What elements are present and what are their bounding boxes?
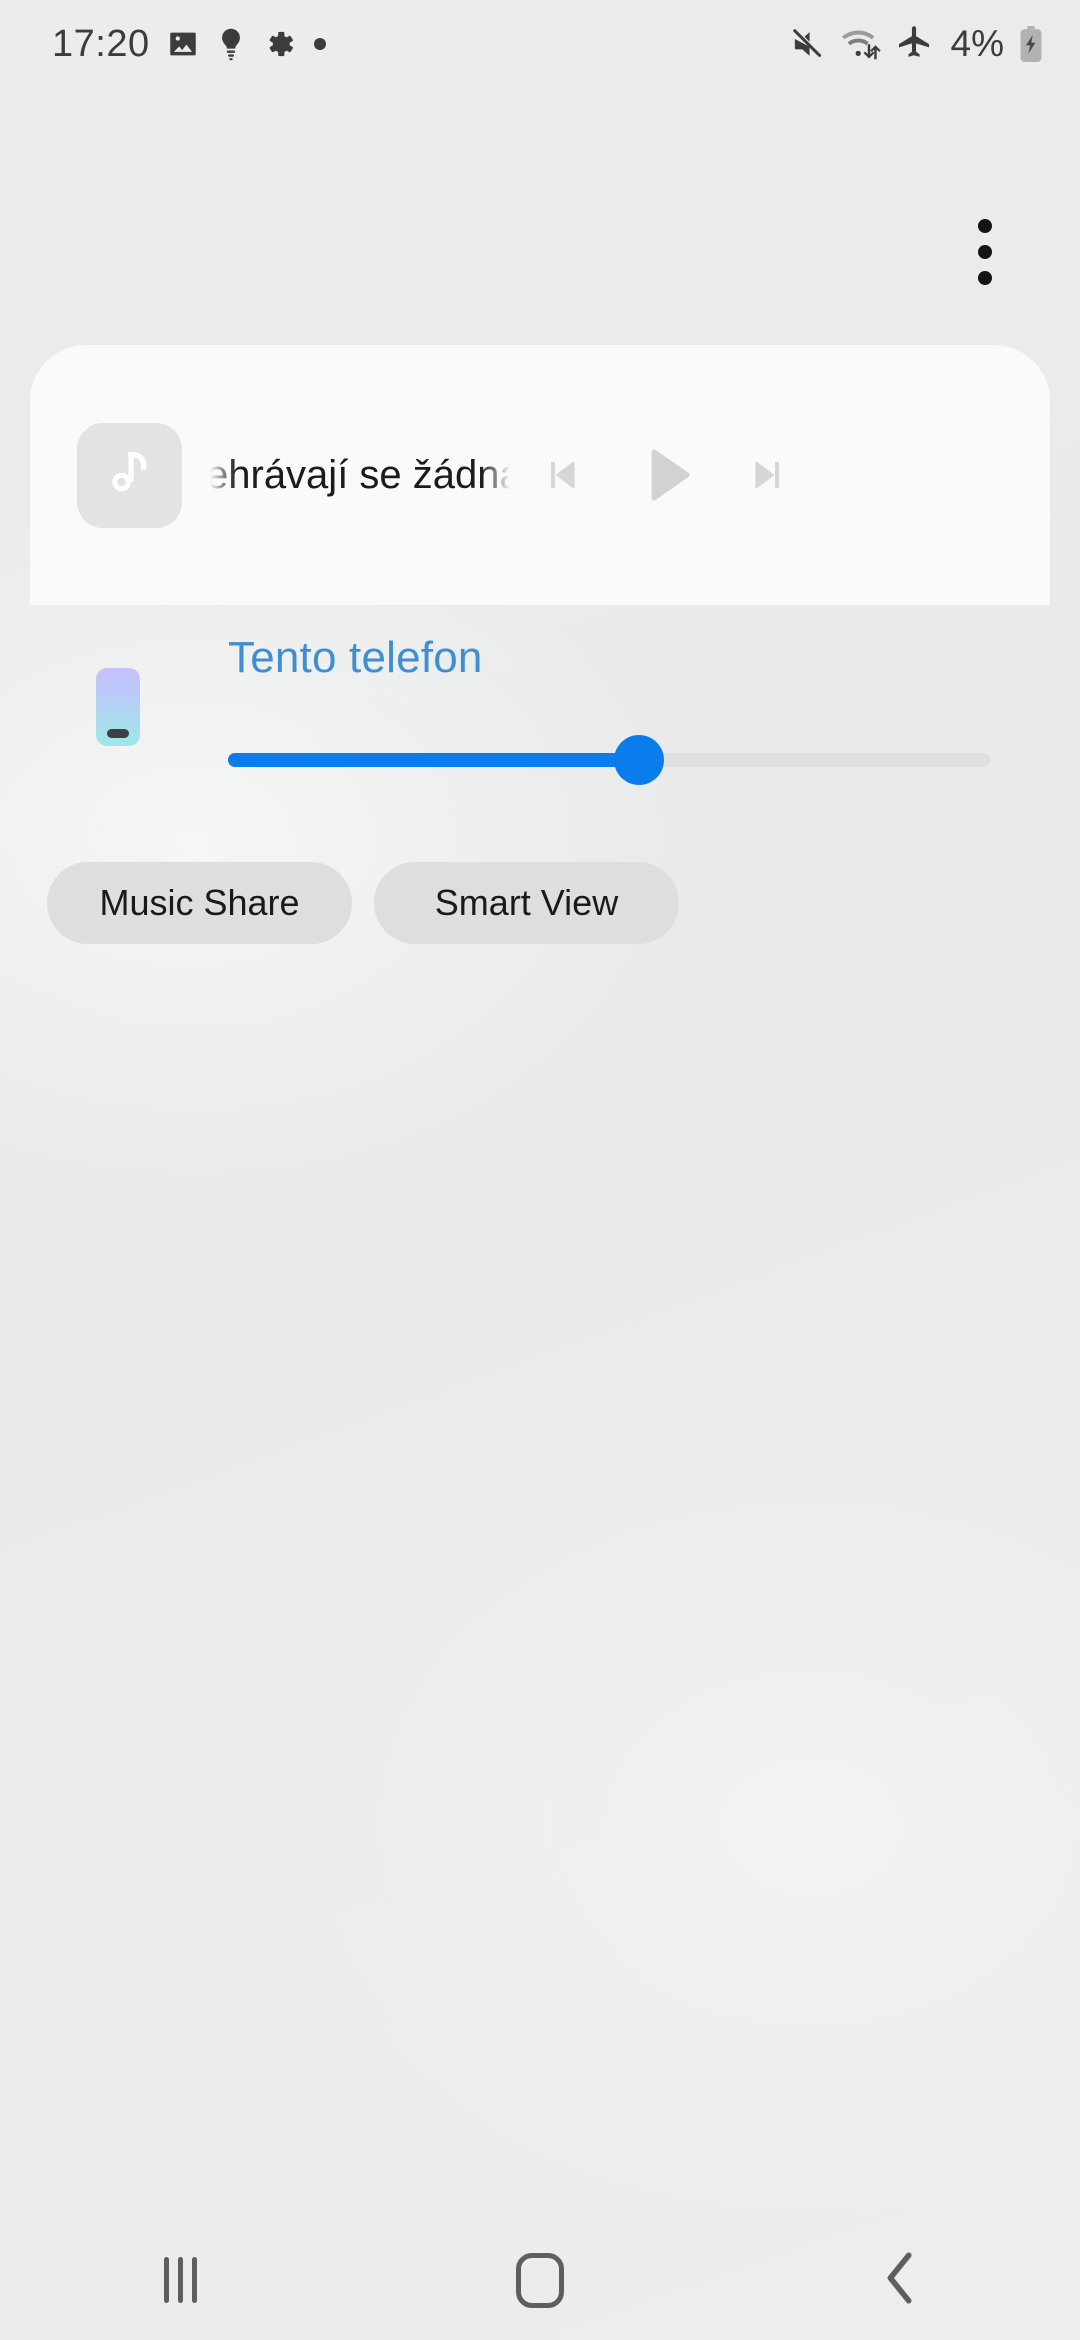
phone-home-pill: [107, 729, 129, 738]
back-button[interactable]: [810, 2220, 990, 2340]
smart-view-button[interactable]: Smart View: [374, 862, 679, 944]
action-buttons: Music Share Smart View: [47, 862, 679, 944]
phone-device-icon: [96, 668, 140, 746]
navigation-bar: [0, 2220, 1080, 2340]
track-title: ehrávají se žádná m: [210, 453, 510, 497]
recents-icon: [163, 2257, 197, 2303]
image-icon: [166, 27, 200, 61]
media-controls: [538, 440, 792, 510]
battery-percent-label: 4%: [950, 23, 1004, 64]
settings-gear-icon: [262, 27, 296, 61]
home-button[interactable]: [450, 2220, 630, 2340]
media-player-card[interactable]: ehrávají se žádná m: [30, 345, 1050, 605]
dot-indicator-icon: [312, 36, 328, 52]
recents-button[interactable]: [90, 2220, 270, 2340]
volume-slider[interactable]: [228, 735, 990, 785]
airplane-mode-icon: [895, 25, 933, 63]
battery-charging-icon: [1018, 25, 1044, 63]
status-bar: 17:20 4%: [0, 0, 1080, 88]
home-icon: [516, 2252, 564, 2308]
more-options-dot: [978, 219, 992, 233]
previous-track-button[interactable]: [538, 451, 586, 499]
mute-icon: [789, 25, 827, 63]
lightbulb-icon: [216, 27, 246, 61]
next-track-button[interactable]: [744, 451, 792, 499]
more-options-dot: [978, 271, 992, 285]
status-bar-right: 4%: [789, 23, 1044, 65]
status-bar-left: 17:20: [52, 25, 328, 63]
more-options-dot: [978, 245, 992, 259]
play-button[interactable]: [630, 440, 700, 510]
more-options-button[interactable]: [955, 207, 1015, 297]
music-share-button[interactable]: Music Share: [47, 862, 352, 944]
volume-slider-thumb[interactable]: [614, 735, 665, 785]
music-note-icon: [102, 445, 158, 506]
volume-slider-fill: [228, 753, 640, 767]
album-art-placeholder: [77, 422, 182, 528]
output-device-row: Tento telefon: [0, 636, 1080, 800]
status-bar-clock: 17:20: [52, 23, 150, 65]
back-chevron-icon: [878, 2250, 922, 2311]
output-device-label: Tento telefon: [228, 633, 483, 682]
wifi-data-icon: [841, 25, 881, 63]
track-title-marquee: ehrávají se žádná m: [210, 445, 510, 505]
